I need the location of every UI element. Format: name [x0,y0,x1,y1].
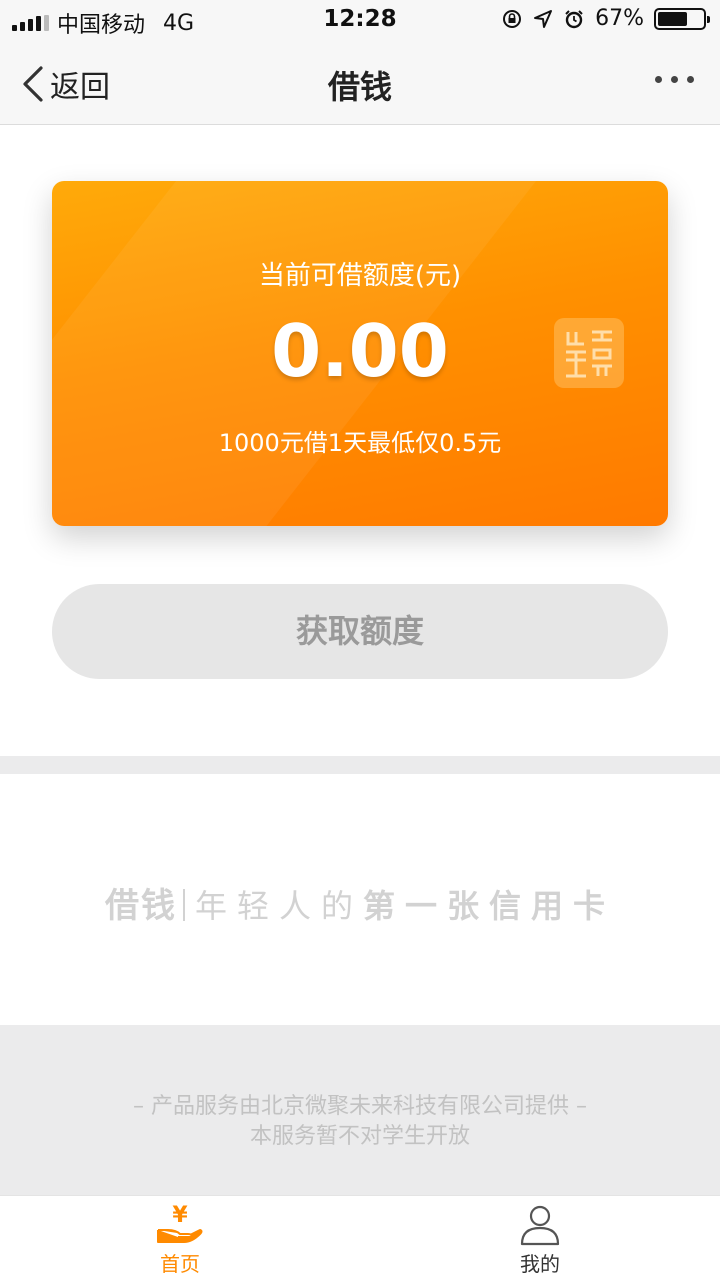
yen-hand-icon: ¥ [157,1203,203,1243]
brand-seal-icon [554,318,624,388]
battery-icon [654,7,710,30]
more-options-button[interactable] [655,76,694,83]
tab-home-label: 首页 [160,1252,200,1276]
footer-student-notice: 本服务暂不对学生开放 [249,1124,470,1149]
page-title: 借钱 [327,68,392,106]
brand-slogan: 借钱 年轻人的第一张信用卡 [0,878,720,927]
slogan-bold-text: 第一张信用卡 [363,887,616,925]
section-divider [0,756,720,774]
tab-home[interactable]: ¥ 首页 [120,1202,240,1277]
slogan-brand: 借钱 [104,886,177,926]
status-bar-right: 67% [501,6,710,31]
footer-disclaimer: – 产品服务由北京微聚未来科技有限公司提供 – 本服务暂不对学生开放 [0,1025,720,1195]
battery-fill [658,11,687,26]
seal-pattern-icon [566,330,612,378]
navigation-bar: 返回 借钱 [0,40,720,125]
more-dot-icon [671,76,678,83]
credit-promo-text: 1000元借1天最低仅0.5元 [218,429,502,457]
get-credit-limit-button[interactable]: 获取额度 [52,584,668,679]
credit-limit-card: 当前可借额度(元) 0.00 1000元借1天最低仅0.5元 [52,181,668,526]
slogan-separator [182,889,185,921]
svg-text:¥: ¥ [172,1203,188,1228]
user-icon [520,1205,560,1246]
tab-mine-label: 我的 [520,1252,560,1276]
slogan-light-text: 年轻人的 [194,887,363,925]
more-dot-icon [687,76,694,83]
footer-provider-text: – 产品服务由北京微聚未来科技有限公司提供 – [133,1094,587,1119]
more-dot-icon [655,76,662,83]
tab-bar: ¥ 首页 我的 [0,1195,720,1281]
alarm-icon [565,9,583,28]
credit-limit-label: 当前可借额度(元) [258,261,462,291]
status-bar: 中国移动 4G 12:28 67% [0,0,720,40]
rotation-lock-icon [503,9,522,28]
tab-mine[interactable]: 我的 [480,1202,600,1277]
battery-percent: 67% [595,6,644,31]
location-arrow-icon [534,9,553,28]
